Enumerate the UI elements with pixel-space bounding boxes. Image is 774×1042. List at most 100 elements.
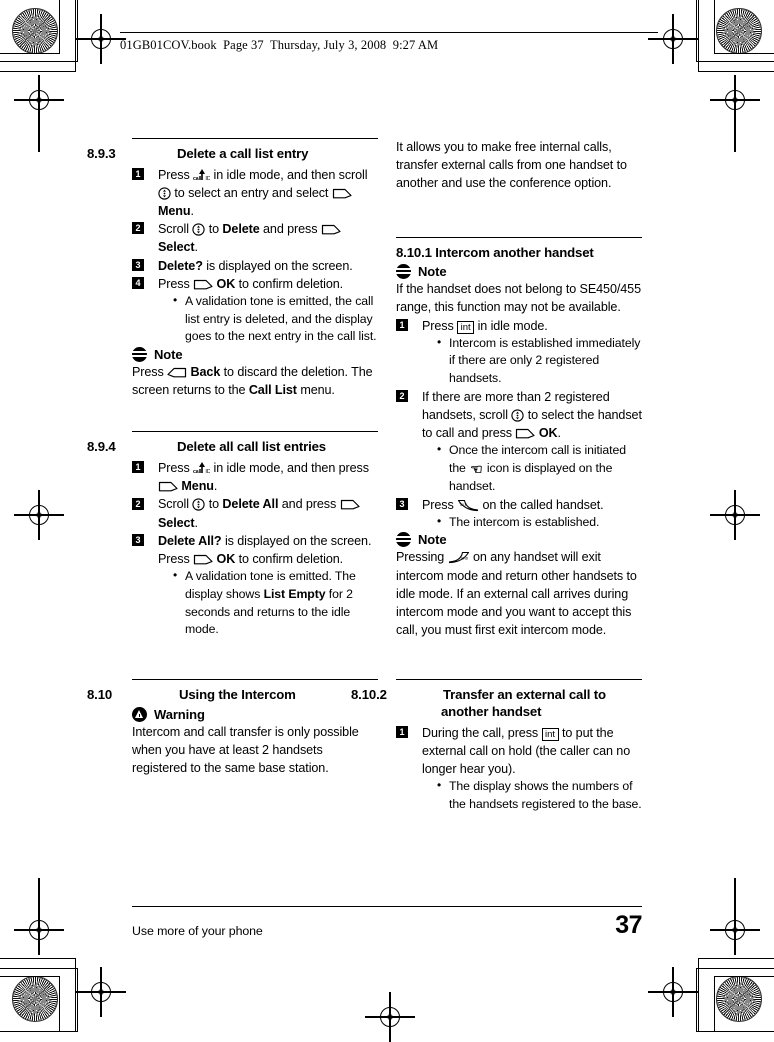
intercom-icon: ☜	[470, 461, 483, 478]
bullet-item: A validation tone is emitted. The displa…	[172, 567, 378, 639]
step-text: Scroll	[158, 497, 189, 512]
step-893-3: 3 Delete? is displayed on the screen.	[132, 257, 378, 275]
bullet-emphasis: List Empty	[263, 586, 326, 601]
heading-8102: 8.10.2 Transfer an external call to anoth…	[351, 687, 642, 720]
step-emphasis: Delete All	[222, 497, 279, 512]
step-text: Press	[158, 276, 190, 291]
step-badge: 1	[132, 461, 144, 474]
note-icon	[396, 264, 411, 280]
softkey-icon	[321, 223, 341, 236]
step-emphasis: Delete	[222, 222, 260, 237]
note-body-8101: If the handset does not belong to SE450/…	[396, 282, 641, 315]
step-emphasis: Select	[158, 240, 195, 255]
scroll-key-icon	[192, 498, 205, 512]
softkey-icon	[332, 187, 352, 200]
step-badge: 3	[132, 258, 144, 271]
heading-810-number: 8.10	[87, 686, 113, 702]
step-badge: 1	[132, 167, 144, 180]
note-text: Press	[132, 365, 164, 380]
step-badge: 2	[132, 497, 144, 510]
step-text: Press	[422, 497, 454, 512]
svg-text:TALK: TALK	[459, 503, 468, 507]
step-8102-1-bullets: The display shows the numbers of the han…	[422, 777, 642, 813]
step-text: .	[213, 479, 218, 494]
note-emphasis: Back	[190, 365, 221, 380]
svg-text:call: call	[193, 176, 202, 182]
callid-key-icon: call ID	[193, 461, 211, 475]
step-emphasis: Menu	[181, 479, 214, 494]
footer-chapter-title: Use more of your phone	[132, 924, 263, 938]
step-8101-3: 3 Press TALK on the called handset. The …	[396, 496, 642, 532]
scroll-key-icon	[158, 187, 171, 200]
step-text: Scroll	[158, 222, 189, 237]
step-badge: 4	[132, 276, 144, 289]
svg-text:END: END	[461, 557, 469, 561]
heading-8101-title: Intercom another handset	[435, 244, 594, 260]
softkey-icon	[340, 498, 360, 511]
steps-8101: 1 Press int in idle mode. Intercom is es…	[396, 317, 642, 532]
note-text: menu.	[300, 383, 335, 398]
note-emphasis: Call List	[248, 383, 297, 398]
bullet-item: A validation tone is emitted, the call l…	[172, 292, 378, 346]
step-8101-2-bullets: Once the intercom call is initiated the …	[422, 441, 642, 495]
section-rule-894	[132, 431, 378, 433]
step-emphasis: Select	[158, 515, 195, 530]
bullet-item: The display shows the numbers of the han…	[436, 777, 642, 813]
step-text: is displayed on the screen.	[206, 258, 353, 273]
heading-810: 8.10 Using the Intercom	[87, 686, 378, 704]
note-icon	[396, 532, 411, 548]
heading-810-title: Using the Intercom	[179, 686, 296, 702]
bullet-item: The intercom is established.	[436, 513, 642, 532]
intro-paragraph: It allows you to make free internal call…	[396, 140, 627, 191]
step-badge: 2	[132, 222, 144, 235]
svg-text:ID: ID	[206, 469, 211, 475]
note-label: Note	[154, 347, 183, 363]
section-rule-893	[132, 138, 378, 139]
heading-894-number: 8.9.4	[87, 439, 116, 455]
step-893-1: 1 Press call ID in idle mode, and then s…	[132, 166, 378, 221]
scroll-key-icon	[192, 223, 205, 236]
step-text: in idle mode, and then press	[213, 461, 370, 476]
svg-text:call: call	[193, 469, 202, 475]
step-893-4-bullets: A validation tone is emitted, the call l…	[158, 292, 378, 346]
step-8101-3-bullets: The intercom is established.	[422, 513, 642, 532]
warning-body-810: Intercom and call transfer is only possi…	[132, 724, 359, 775]
callid-key-icon: call ID	[193, 168, 211, 182]
step-badge: 1	[396, 318, 408, 331]
step-badge: 3	[132, 533, 144, 546]
left-column: 8.9.3 Delete a call list entry 1 Press ca…	[87, 138, 378, 777]
step-badge: 1	[396, 725, 408, 738]
softkey-icon	[158, 480, 178, 493]
step-text: in idle mode, and then scroll	[213, 167, 368, 182]
step-893-2: 2 Scroll to Delete and press Select.	[132, 220, 378, 256]
page-number: 37	[615, 911, 642, 939]
step-text: to	[208, 497, 220, 512]
note-callout-893: Note	[132, 347, 378, 363]
step-text: to confirm deletion.	[238, 276, 344, 291]
step-emphasis: Delete?	[158, 258, 203, 273]
softkey-icon	[193, 553, 213, 566]
svg-text:ID: ID	[206, 176, 211, 182]
heading-894: 8.9.4 Delete all call list entries	[87, 439, 378, 456]
step-text: .	[194, 515, 199, 530]
heading-8102-title-line2: another handset	[441, 703, 542, 719]
step-893-4: 4 Press OK to confirm deletion. A valida…	[132, 275, 378, 346]
note-body-893: Press Back to discard the deletion. The …	[132, 363, 378, 399]
step-894-3-bullets: A validation tone is emitted. The displa…	[158, 567, 378, 639]
heading-893-title: Delete a call list entry	[177, 146, 309, 161]
steps-893: 1 Press call ID in idle mode, and then s…	[132, 166, 378, 346]
heading-893: 8.9.3 Delete a call list entry	[87, 146, 378, 163]
steps-8102: 1 During the call, press int to put the …	[396, 724, 642, 814]
right-column: It allows you to make free internal call…	[351, 138, 642, 814]
warning-icon	[132, 706, 147, 722]
note-icon	[132, 347, 147, 363]
steps-894: 1 Press call ID in idle mode, and then p…	[132, 459, 378, 639]
heading-8101-number: 8.10.1	[396, 244, 432, 260]
heading-8102-number: 8.10.2	[351, 687, 387, 703]
softkey-back-icon	[167, 366, 187, 379]
step-text: .	[557, 426, 562, 441]
step-text: on the called handset.	[482, 497, 604, 512]
note-text: Pressing	[396, 550, 445, 565]
step-text: to select an entry and select	[174, 185, 329, 200]
end-key-icon: END	[448, 551, 470, 564]
